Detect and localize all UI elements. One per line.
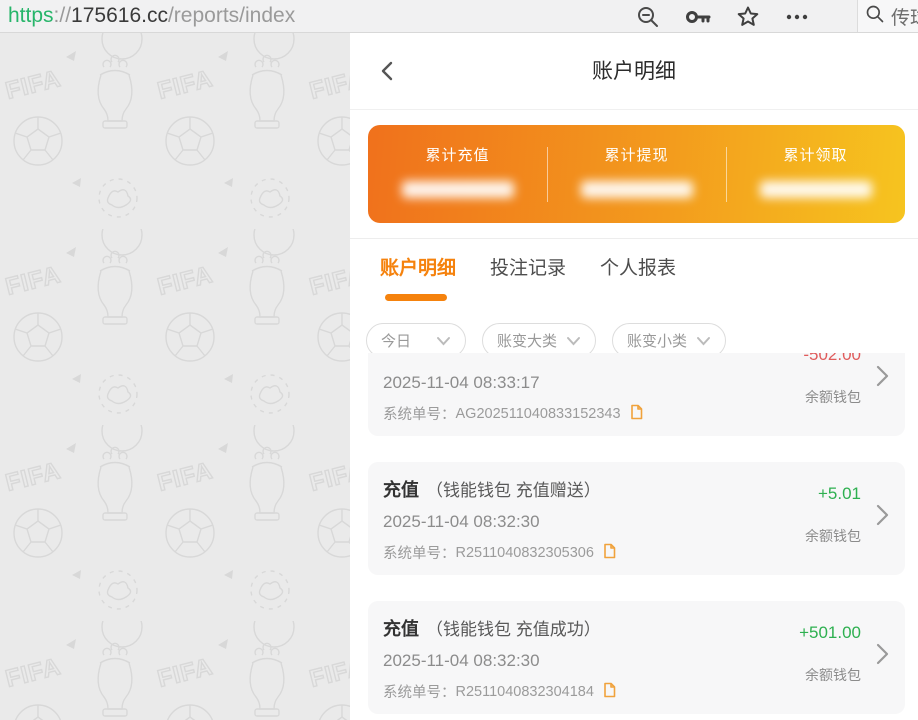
page-header: 账户明细	[350, 33, 918, 110]
transaction-title: 充值（钱能钱包 充值赠送）	[383, 476, 889, 500]
tab-bet-records[interactable]: 投注记录	[490, 253, 566, 280]
transaction-wallet: 余额钱包	[805, 526, 861, 546]
screen: https://175616.cc/reports/index 传球	[0, 0, 918, 720]
bookmark-star-icon[interactable]	[736, 5, 760, 29]
total-withdraw-label: 累计提现	[604, 144, 668, 165]
total-deposit-label: 累计充值	[425, 144, 489, 165]
copy-icon[interactable]	[602, 682, 616, 702]
total-deposit-value-blurred	[402, 181, 514, 198]
page-title: 账户明细	[350, 33, 918, 110]
transaction-row[interactable]: 充值（钱能钱包 充值赠送） 2025-11-04 08:32:30 系统单号： …	[368, 462, 905, 575]
chevron-right-icon[interactable]	[876, 504, 889, 531]
url-path: /reports/index	[168, 4, 295, 27]
tab-personal-report[interactable]: 个人报表	[600, 253, 676, 280]
total-withdraw-value-blurred	[581, 181, 693, 198]
more-options-icon[interactable]	[784, 5, 810, 29]
transaction-amount: +501.00	[799, 623, 861, 643]
copy-icon[interactable]	[602, 543, 616, 563]
search-icon	[865, 4, 885, 29]
url-scheme: https	[8, 4, 54, 27]
url-text[interactable]: https://175616.cc/reports/index	[8, 0, 295, 33]
url-separator: ://	[54, 4, 72, 27]
browser-toolbar-icons	[636, 0, 810, 33]
url-host: 175616.cc	[71, 4, 168, 27]
total-deposit-column: 累计充值	[368, 125, 547, 223]
transaction-wallet: 余额钱包	[805, 387, 861, 407]
search-hint-text: 传球	[891, 3, 918, 30]
zoom-out-icon[interactable]	[636, 5, 660, 29]
chevron-down-icon	[696, 336, 711, 346]
transaction-list: 2025-11-04 08:33:17 系统单号： AG202511040833…	[350, 353, 918, 720]
transaction-amount: -502.00	[803, 353, 861, 365]
total-withdraw-column: 累计提现	[547, 125, 726, 223]
section-divider	[350, 238, 918, 239]
chevron-right-icon[interactable]	[876, 643, 889, 670]
report-panel: 账户明细 累计充值 累计提现 累计领取 账户明细 投注记录 个人报表	[350, 33, 918, 720]
total-claim-label: 累计领取	[783, 144, 847, 165]
report-tabs: 账户明细 投注记录 个人报表	[380, 253, 676, 280]
filter-date-label: 今日	[381, 330, 411, 351]
totals-summary-card: 累计充值 累计提现 累计领取	[368, 125, 905, 223]
transaction-wallet: 余额钱包	[805, 665, 861, 685]
transaction-amount: +5.01	[818, 484, 861, 504]
transaction-row[interactable]: 充值（钱能钱包 充值成功） 2025-11-04 08:32:30 系统单号： …	[368, 601, 905, 714]
copy-icon[interactable]	[629, 404, 643, 424]
filter-major-type-label: 账变大类	[497, 330, 557, 351]
total-claim-value-blurred	[760, 181, 872, 198]
chevron-down-icon	[566, 336, 581, 346]
total-claim-column: 累计领取	[726, 125, 905, 223]
browser-address-bar: https://175616.cc/reports/index 传球	[0, 0, 918, 33]
chevron-down-icon	[436, 336, 451, 346]
fifa-watermark-background: FIFA	[0, 33, 350, 720]
filter-minor-type-label: 账变小类	[627, 330, 687, 351]
chevron-right-icon[interactable]	[876, 365, 889, 392]
active-tab-indicator	[385, 294, 447, 301]
password-key-icon[interactable]	[684, 6, 712, 28]
tab-account-detail[interactable]: 账户明细	[380, 253, 456, 280]
transaction-row[interactable]: 2025-11-04 08:33:17 系统单号： AG202511040833…	[368, 353, 905, 436]
find-search-box[interactable]: 传球	[857, 0, 918, 32]
